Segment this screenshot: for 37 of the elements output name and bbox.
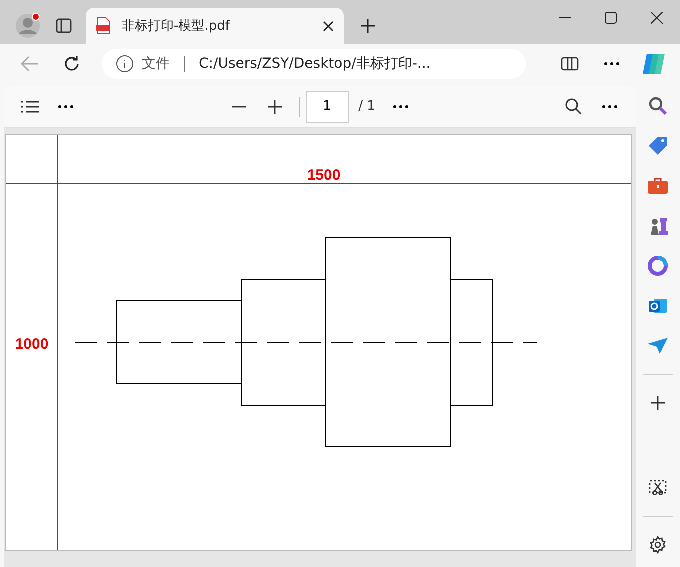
list-icon	[21, 100, 39, 112]
paper-plane-icon	[648, 338, 668, 354]
height-dimension: 1000	[15, 336, 49, 353]
pdf-icon	[96, 17, 112, 35]
page-total: / 1	[358, 99, 376, 114]
scissors-icon	[649, 480, 667, 496]
more-icon	[393, 104, 410, 108]
scheme-label: 文件	[142, 55, 170, 73]
close-icon	[651, 12, 663, 24]
browser-tab[interactable]: 非标打印-模型.pdf	[86, 8, 344, 44]
address-bar[interactable]: 文件 C:/Users/ZSY/Desktop/非标打印-...	[102, 49, 526, 79]
width-dimension: 1500	[307, 167, 341, 184]
toolbox-icon	[648, 178, 668, 194]
tag-icon	[648, 136, 668, 156]
plus-icon	[360, 18, 376, 34]
search-icon	[648, 96, 668, 116]
search-icon	[565, 98, 582, 115]
plus-icon	[651, 396, 665, 410]
close-icon[interactable]	[323, 20, 334, 32]
refresh-icon	[63, 55, 81, 73]
info-icon	[116, 55, 134, 73]
chess-pieces-icon	[648, 216, 668, 236]
tab-title: 非标打印-模型.pdf	[122, 18, 232, 35]
window-icon	[56, 18, 72, 34]
mail-icon	[648, 296, 668, 316]
maximize-icon	[605, 12, 617, 24]
minus-icon	[232, 106, 246, 108]
more-icon	[604, 62, 620, 66]
person-icon	[15, 13, 41, 39]
back-arrow-icon	[21, 56, 39, 72]
more-icon	[58, 104, 74, 108]
more-icon	[602, 104, 618, 108]
url-text: C:/Users/ZSY/Desktop/非标打印-...	[199, 55, 431, 73]
plus-icon	[268, 100, 282, 114]
page-number-field[interactable]: 1	[306, 90, 349, 122]
settings-icon	[649, 536, 667, 554]
minimize-icon	[559, 17, 571, 19]
